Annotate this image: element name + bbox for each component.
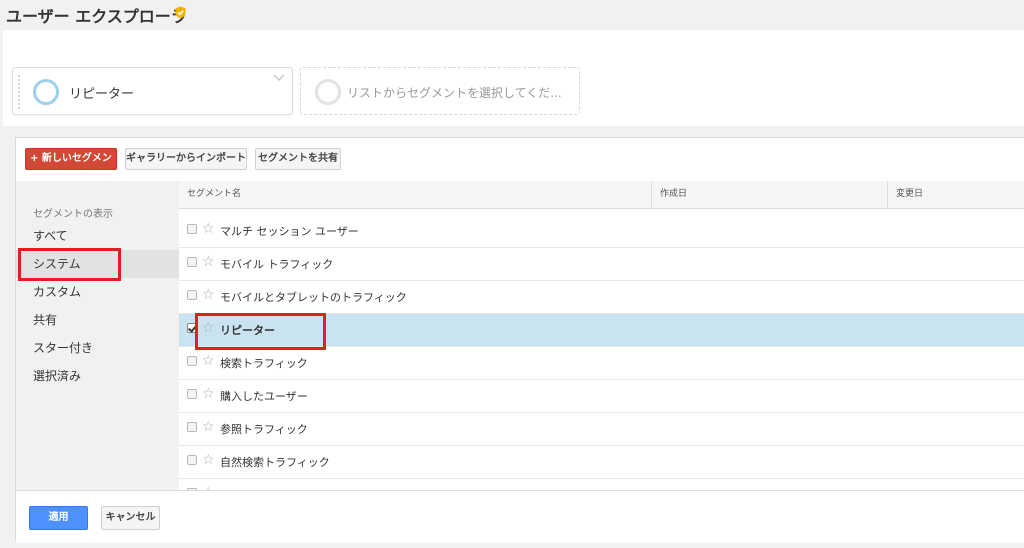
drag-handle[interactable] [17,74,21,110]
empty-ring-icon [315,79,341,105]
column-header-segment-name[interactable]: セグメント名 [179,181,651,208]
row-checkbox[interactable] [187,356,197,366]
sidebar-item-label: スター付き [33,341,94,355]
page-title: ユーザー エクスプローラ [6,7,187,26]
import-from-gallery-button[interactable]: ギャラリーからインポート [125,148,247,170]
segment-dialog: + 新しいセグメント ギャラリーからインポート セグメントを共有 セグメントの表… [15,137,1024,543]
sidebar-item-label: カスタム [33,285,82,299]
sidebar-item-system[interactable]: システム [16,250,179,278]
segment-view-sidebar: セグメントの表示 すべて システム カスタム 共有 スター付き 選択済み [16,181,180,490]
sidebar-item-label: システム [33,257,81,271]
table-row[interactable]: ☆ 検索トラフィック [179,347,1024,380]
dialog-footer: 適用 キャンセル [16,490,1024,543]
active-segment-card[interactable]: リピーター [12,67,293,115]
segment-name: 参照トラフィック [220,423,308,436]
table-header: セグメント名 作成日 変更日 [179,181,1024,209]
star-icon[interactable]: ☆ [202,353,215,369]
segment-name: 自然検索トラフィック [220,456,330,469]
segment-name: モバイルとタブレットのトラフィック [220,291,407,304]
new-segment-button[interactable]: + 新しいセグメント [25,148,117,184]
sidebar-item-label: 選択済み [33,369,82,383]
star-icon[interactable]: ☆ [202,287,215,303]
row-checkbox[interactable] [187,389,197,399]
row-checkbox[interactable] [187,455,197,465]
table-row-partial[interactable]: ☆ [179,479,1024,490]
star-icon[interactable]: ☆ [202,452,215,468]
table-row-selected[interactable]: ☆ リピーター [179,314,1024,347]
star-icon[interactable]: ☆ [202,320,215,336]
column-header-modified[interactable]: 変更日 [887,181,1024,208]
sidebar-heading: セグメントの表示 [33,209,113,220]
apply-button[interactable]: 適用 [29,506,88,530]
sidebar-item-all[interactable]: すべて [33,222,68,250]
table-row[interactable]: ☆ 購入したユーザー [179,380,1024,413]
segment-name: マルチ セッション ユーザー [220,225,359,238]
dialog-toolbar: + 新しいセグメント ギャラリーからインポート セグメントを共有 [16,138,1024,184]
table-row[interactable]: ☆ マルチ セッション ユーザー [179,215,1024,248]
star-icon[interactable]: ☆ [202,221,215,237]
row-checkbox-checked[interactable] [187,323,197,333]
table-row[interactable]: ☆ 自然検索トラフィック [179,446,1024,479]
segment-slot-placeholder: リストからセグメントを選択してくだ... [347,86,562,100]
sidebar-item-label: 共有 [33,313,58,327]
segment-ring-icon [33,79,59,105]
active-segment-label: リピーター [69,87,135,102]
sidebar-item-custom[interactable]: カスタム [33,278,81,306]
title-bar: ユーザー エクスプローラ [0,0,1024,28]
segment-name: リピーター [220,324,275,337]
segment-table: セグメント名 作成日 変更日 ☆ マルチ セッション ユーザー ☆ モバイル ト… [179,181,1024,490]
row-checkbox[interactable] [187,257,197,267]
row-checkbox[interactable] [187,422,197,432]
star-icon[interactable]: ☆ [202,254,215,270]
row-checkbox[interactable] [187,290,197,300]
segment-name: モバイル トラフィック [220,258,334,271]
column-header-created[interactable]: 作成日 [651,181,887,208]
sidebar-item-starred[interactable]: スター付き [33,334,93,362]
star-icon[interactable]: ☆ [202,419,215,435]
star-icon[interactable]: ☆ [202,386,215,402]
table-row[interactable]: ☆ モバイルとタブレットのトラフィック [179,281,1024,314]
segment-name: 購入したユーザー [220,390,308,403]
share-segment-button[interactable]: セグメントを共有 [255,148,341,170]
cancel-button[interactable]: キャンセル [101,506,160,530]
sidebar-item-label: すべて [33,229,68,243]
sidebar-item-selected[interactable]: 選択済み [33,362,81,390]
verified-shield-icon [175,6,186,19]
segment-name: 検索トラフィック [220,357,308,370]
segment-panel: リピーター リストからセグメントを選択してくだ... [3,30,1024,126]
table-row[interactable]: ☆ モバイル トラフィック [179,248,1024,281]
sidebar-item-shared[interactable]: 共有 [33,306,57,334]
empty-segment-slot[interactable]: リストからセグメントを選択してくだ... [300,67,580,115]
table-row[interactable]: ☆ 参照トラフィック [179,413,1024,446]
row-checkbox[interactable] [187,224,197,234]
chevron-down-icon[interactable] [272,71,286,83]
